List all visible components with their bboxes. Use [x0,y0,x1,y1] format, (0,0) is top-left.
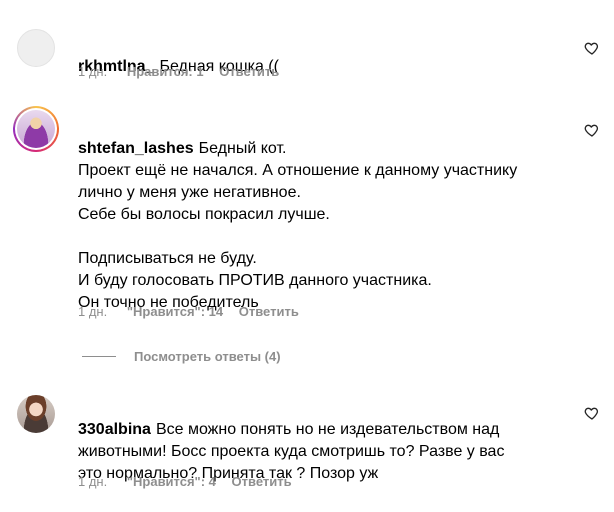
comment-body: 330albina Все можно понять но не издевате… [78,397,568,485]
avatar-image [17,110,55,148]
comment-username[interactable]: 330albina [78,421,151,438]
heart-outline-icon[interactable] [584,122,600,138]
reply-button[interactable]: Ответить [219,64,279,79]
reply-button[interactable]: Ответить [239,304,299,319]
heart-outline-icon[interactable] [584,405,600,421]
view-replies-label: Посмотреть ответы (4) [134,348,281,364]
comment-time[interactable]: 1 дн. [78,64,107,79]
comment-likes[interactable]: "Нравится": 14 [127,304,223,319]
avatar[interactable] [13,106,59,152]
comment-likes[interactable]: Нравится: 1 [127,64,204,79]
comment-text: Бедный кот. Проект ещё не начался. А отн… [78,140,518,311]
heart-outline-icon[interactable] [584,40,600,56]
view-replies-button[interactable]: Посмотреть ответы (4) [82,347,281,365]
avatar[interactable] [17,395,55,433]
divider [82,355,116,357]
avatar[interactable] [17,29,55,67]
comment-meta: 1 дн. "Нравится": 4 Ответить [78,474,304,489]
avatar-ring-gap [15,108,57,150]
comment-time[interactable]: 1 дн. [78,474,107,489]
comment-body: shtefan_lashes Бедный кот. Проект ещё не … [78,116,568,314]
comment-meta: 1 дн. "Нравится": 14 Ответить [78,304,311,319]
comment-username[interactable]: shtefan_lashes [78,140,194,157]
reply-button[interactable]: Ответить [232,474,292,489]
comment-meta: 1 дн. Нравится: 1 Ответить [78,64,291,79]
comment-likes[interactable]: "Нравится": 4 [127,474,216,489]
comment-time[interactable]: 1 дн. [78,304,107,319]
